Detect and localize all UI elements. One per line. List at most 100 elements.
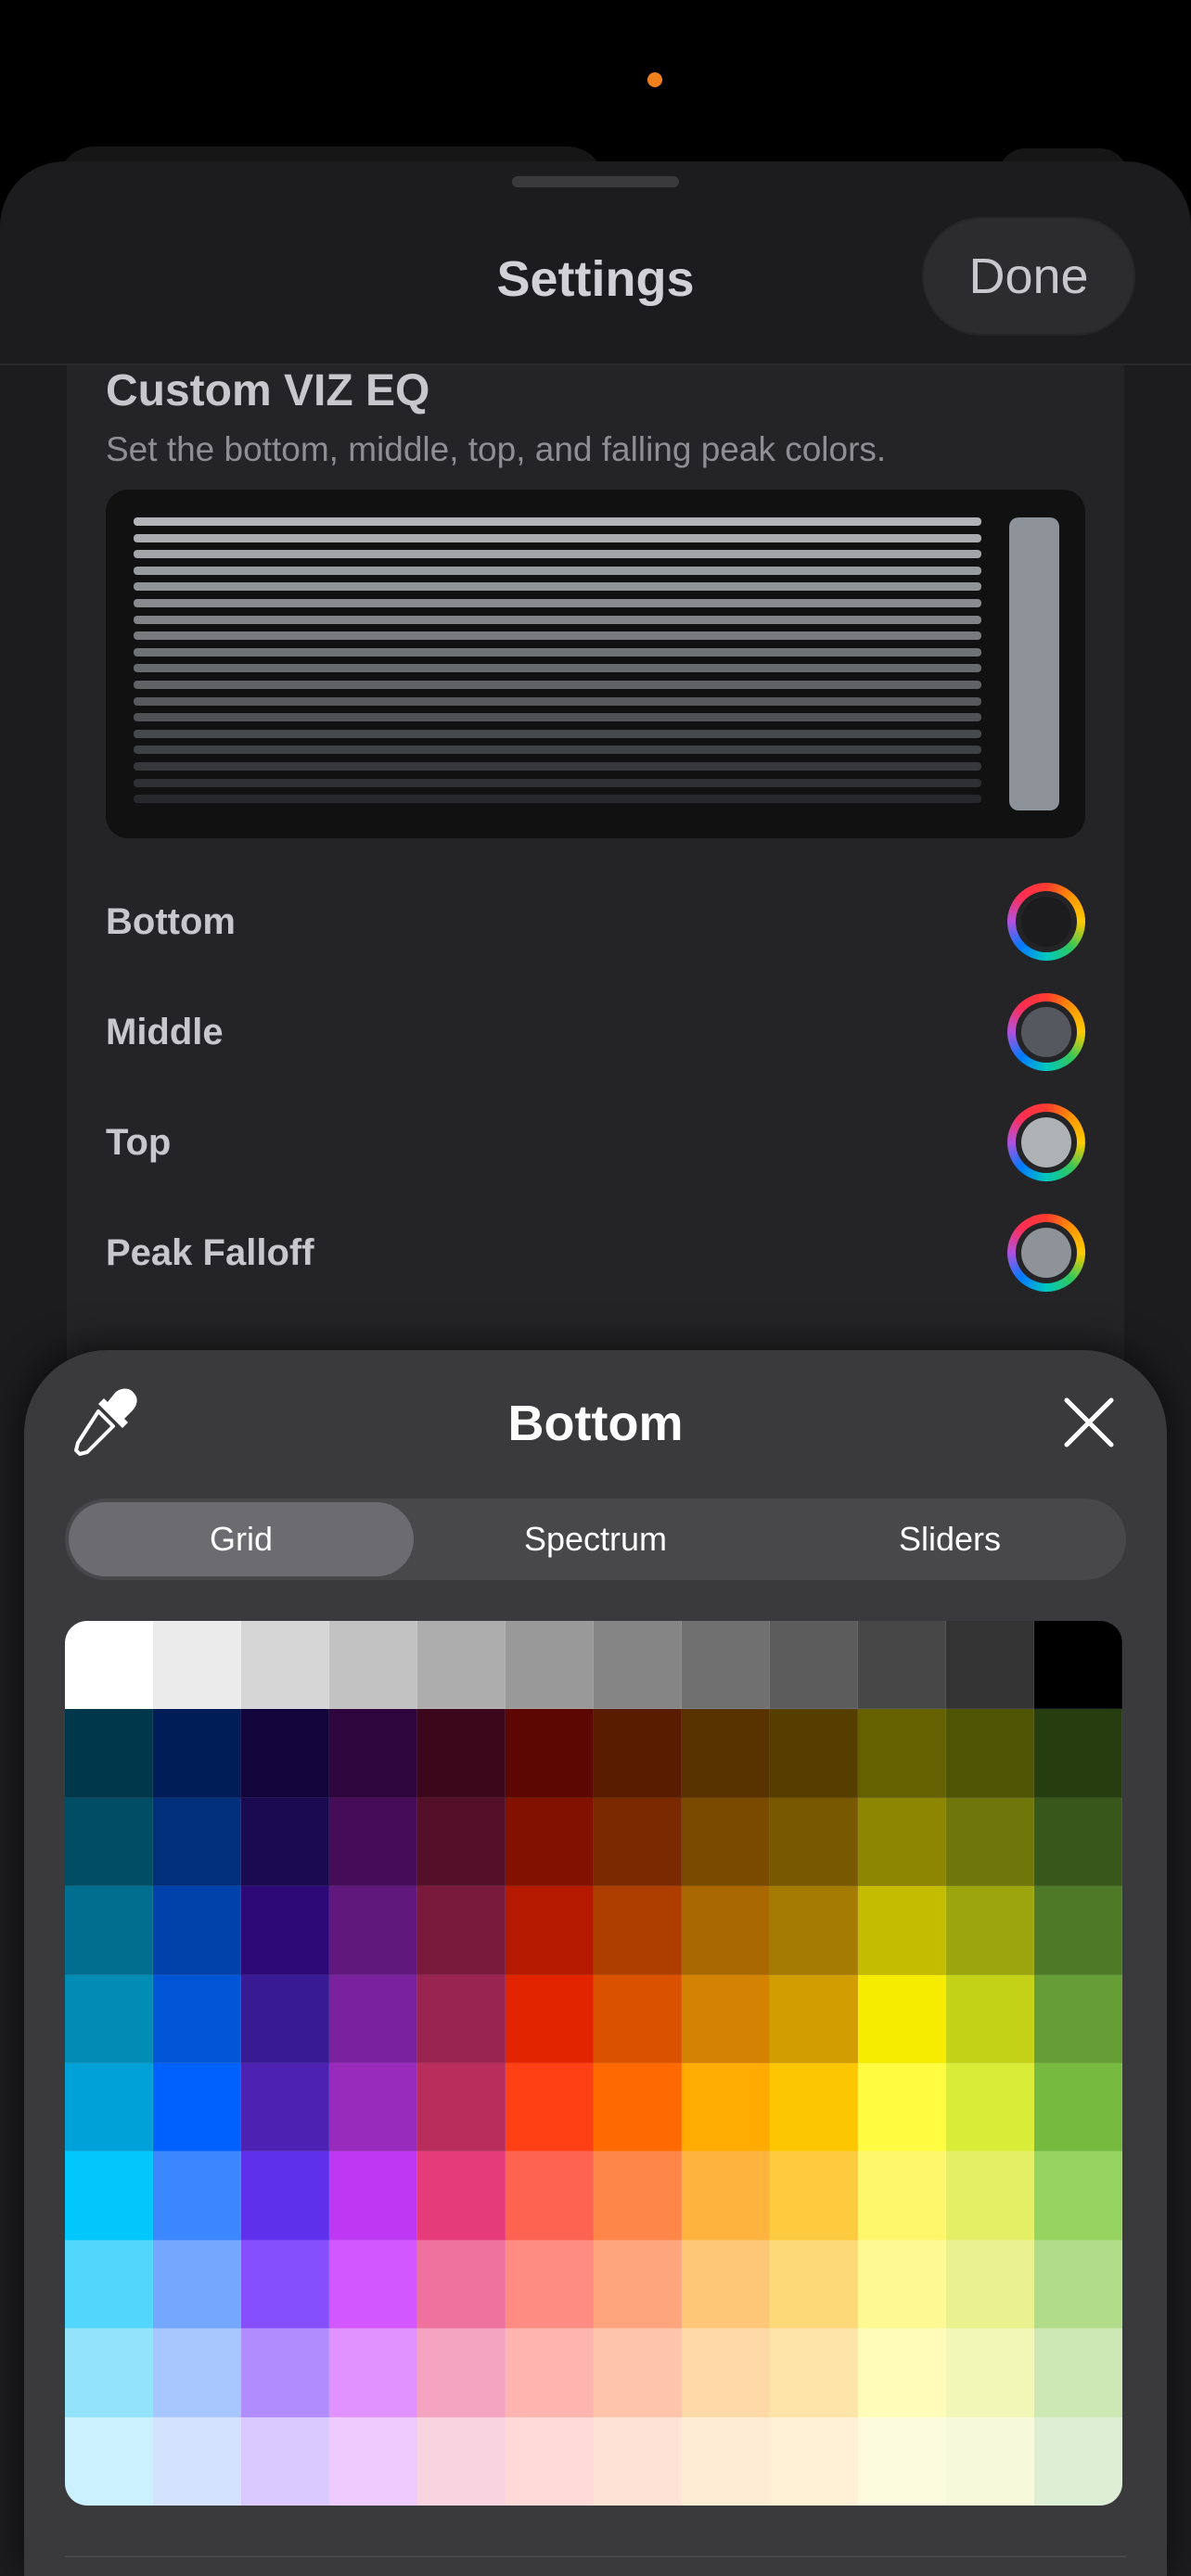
color-grid-cell[interactable] <box>858 2239 946 2329</box>
color-grid-cell[interactable] <box>329 1974 417 2063</box>
color-row-bottom[interactable]: Bottom <box>106 875 1085 968</box>
color-well-middle[interactable] <box>1007 993 1085 1071</box>
color-grid-cell[interactable] <box>594 2328 682 2417</box>
color-grid-cell[interactable] <box>153 2063 241 2152</box>
color-grid-cell[interactable] <box>682 1621 770 1710</box>
color-grid-cell[interactable] <box>65 1709 153 1798</box>
color-grid-cell[interactable] <box>858 1797 946 1887</box>
color-grid-cell[interactable] <box>506 2417 594 2506</box>
color-grid-cell[interactable] <box>241 2151 329 2240</box>
color-grid-cell[interactable] <box>1034 1974 1122 2063</box>
sheet-grabber[interactable] <box>512 176 679 187</box>
color-grid-cell[interactable] <box>506 1621 594 1710</box>
color-row-top[interactable]: Top <box>106 1096 1085 1189</box>
color-grid-cell[interactable] <box>417 1621 506 1710</box>
color-grid-cell[interactable] <box>946 2063 1034 2152</box>
color-grid-cell[interactable] <box>858 1974 946 2063</box>
color-grid-cell[interactable] <box>1034 1797 1122 1887</box>
color-grid-cell[interactable] <box>506 2151 594 2240</box>
color-grid-cell[interactable] <box>241 1621 329 1710</box>
color-grid-cell[interactable] <box>770 1797 858 1887</box>
color-grid-cell[interactable] <box>1034 2417 1122 2506</box>
done-button[interactable]: Done <box>922 217 1135 336</box>
color-grid-cell[interactable] <box>682 2417 770 2506</box>
color-grid-cell[interactable] <box>858 1886 946 1975</box>
color-grid-cell[interactable] <box>946 1621 1034 1710</box>
color-grid-cell[interactable] <box>417 2328 506 2417</box>
tab-grid[interactable]: Grid <box>69 1498 414 1580</box>
color-grid-cell[interactable] <box>417 1974 506 2063</box>
color-grid-cell[interactable] <box>65 1974 153 2063</box>
color-grid-cell[interactable] <box>153 2417 241 2506</box>
color-grid-cell[interactable] <box>65 1886 153 1975</box>
color-grid-cell[interactable] <box>770 2063 858 2152</box>
color-grid-cell[interactable] <box>770 1709 858 1798</box>
color-grid-cell[interactable] <box>1034 1621 1122 1710</box>
color-grid-cell[interactable] <box>594 1886 682 1975</box>
color-grid-cell[interactable] <box>329 1709 417 1798</box>
color-grid-cell[interactable] <box>65 2328 153 2417</box>
color-grid-cell[interactable] <box>858 1709 946 1798</box>
color-grid-cell[interactable] <box>329 1621 417 1710</box>
color-grid-cell[interactable] <box>417 2239 506 2329</box>
color-grid-cell[interactable] <box>65 2239 153 2329</box>
color-grid-cell[interactable] <box>153 1974 241 2063</box>
color-grid-cell[interactable] <box>594 2151 682 2240</box>
tab-sliders[interactable]: Sliders <box>777 1498 1122 1580</box>
color-grid-cell[interactable] <box>594 1974 682 2063</box>
color-grid-cell[interactable] <box>153 1621 241 1710</box>
color-grid-cell[interactable] <box>1034 2328 1122 2417</box>
color-grid-cell[interactable] <box>946 2151 1034 2240</box>
color-grid-cell[interactable] <box>594 1621 682 1710</box>
color-grid-cell[interactable] <box>65 2063 153 2152</box>
color-grid-cell[interactable] <box>506 1709 594 1798</box>
color-grid-cell[interactable] <box>594 2239 682 2329</box>
color-grid-cell[interactable] <box>682 2151 770 2240</box>
color-grid-cell[interactable] <box>153 2151 241 2240</box>
color-grid-cell[interactable] <box>858 2328 946 2417</box>
color-grid-cell[interactable] <box>770 2151 858 2240</box>
color-well-bottom[interactable] <box>1007 883 1085 961</box>
color-grid-cell[interactable] <box>594 2063 682 2152</box>
color-grid-cell[interactable] <box>770 2239 858 2329</box>
color-grid-cell[interactable] <box>153 1797 241 1887</box>
color-grid-cell[interactable] <box>153 1709 241 1798</box>
color-grid-cell[interactable] <box>65 1621 153 1710</box>
color-grid-cell[interactable] <box>946 1886 1034 1975</box>
color-grid-cell[interactable] <box>329 1886 417 1975</box>
color-grid-cell[interactable] <box>770 1621 858 1710</box>
color-grid-cell[interactable] <box>682 1886 770 1975</box>
color-grid-cell[interactable] <box>417 1797 506 1887</box>
color-grid-cell[interactable] <box>682 1709 770 1798</box>
color-grid-cell[interactable] <box>417 1886 506 1975</box>
color-row-peak-falloff[interactable]: Peak Falloff <box>106 1206 1085 1299</box>
color-grid-cell[interactable] <box>241 2063 329 2152</box>
color-grid-cell[interactable] <box>329 1797 417 1887</box>
color-grid-cell[interactable] <box>506 1797 594 1887</box>
color-grid-cell[interactable] <box>946 1974 1034 2063</box>
color-grid-cell[interactable] <box>153 2328 241 2417</box>
color-grid-cell[interactable] <box>65 2151 153 2240</box>
color-grid-cell[interactable] <box>506 1886 594 1975</box>
color-row-middle[interactable]: Middle <box>106 986 1085 1078</box>
color-grid-cell[interactable] <box>946 2239 1034 2329</box>
color-grid-cell[interactable] <box>858 2063 946 2152</box>
color-grid-cell[interactable] <box>1034 1886 1122 1975</box>
color-grid-cell[interactable] <box>241 2328 329 2417</box>
color-grid-cell[interactable] <box>417 1709 506 1798</box>
color-grid-cell[interactable] <box>858 2417 946 2506</box>
color-grid-cell[interactable] <box>241 2417 329 2506</box>
color-grid-cell[interactable] <box>506 1974 594 2063</box>
color-grid-cell[interactable] <box>682 2239 770 2329</box>
color-grid-cell[interactable] <box>682 2328 770 2417</box>
color-grid-cell[interactable] <box>858 2151 946 2240</box>
color-grid-cell[interactable] <box>329 2151 417 2240</box>
color-grid-cell[interactable] <box>770 1974 858 2063</box>
color-grid-cell[interactable] <box>506 2239 594 2329</box>
color-grid-cell[interactable] <box>506 2063 594 2152</box>
color-grid-cell[interactable] <box>682 1974 770 2063</box>
color-grid-cell[interactable] <box>329 2063 417 2152</box>
color-grid-cell[interactable] <box>946 1797 1034 1887</box>
color-grid-cell[interactable] <box>858 1621 946 1710</box>
color-grid-cell[interactable] <box>594 1709 682 1798</box>
